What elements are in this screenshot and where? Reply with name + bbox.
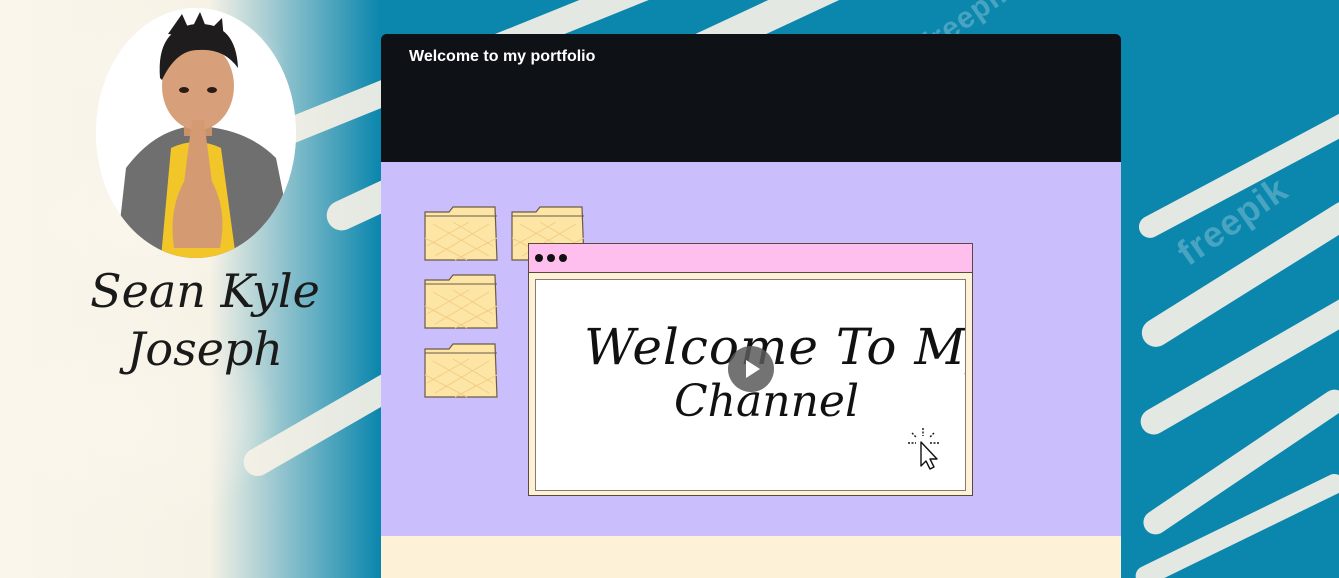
cursor-click-icon — [908, 426, 942, 470]
window-dot-icon — [535, 254, 543, 262]
play-icon[interactable] — [728, 346, 774, 392]
video-player[interactable]: Welcome To My Channel — [535, 279, 966, 491]
card-footer — [381, 536, 1121, 578]
window-dot-icon — [559, 254, 567, 262]
profile-photo-illustration — [96, 8, 296, 258]
profile-name-first: Sean Kyle — [90, 264, 320, 318]
window-title-bar — [529, 244, 972, 273]
profile-photo — [96, 8, 296, 258]
card-body: Welcome To My Channel — [381, 162, 1121, 536]
portfolio-card: Welcome to my portfolio Welcome To My Ch… — [381, 34, 1121, 578]
folder-icon[interactable] — [423, 272, 499, 330]
folder-icon[interactable] — [423, 204, 499, 262]
folder-icon[interactable] — [423, 341, 499, 399]
page-title: Welcome to my portfolio — [409, 48, 596, 65]
card-header: Welcome to my portfolio — [381, 34, 1121, 162]
video-title-line1: Welcome To My — [584, 318, 966, 376]
profile-name-last: Joseph — [126, 322, 284, 376]
window-dot-icon — [547, 254, 555, 262]
profile-name: Sean Kyle Joseph — [70, 262, 340, 378]
video-window: Welcome To My Channel — [528, 243, 973, 496]
